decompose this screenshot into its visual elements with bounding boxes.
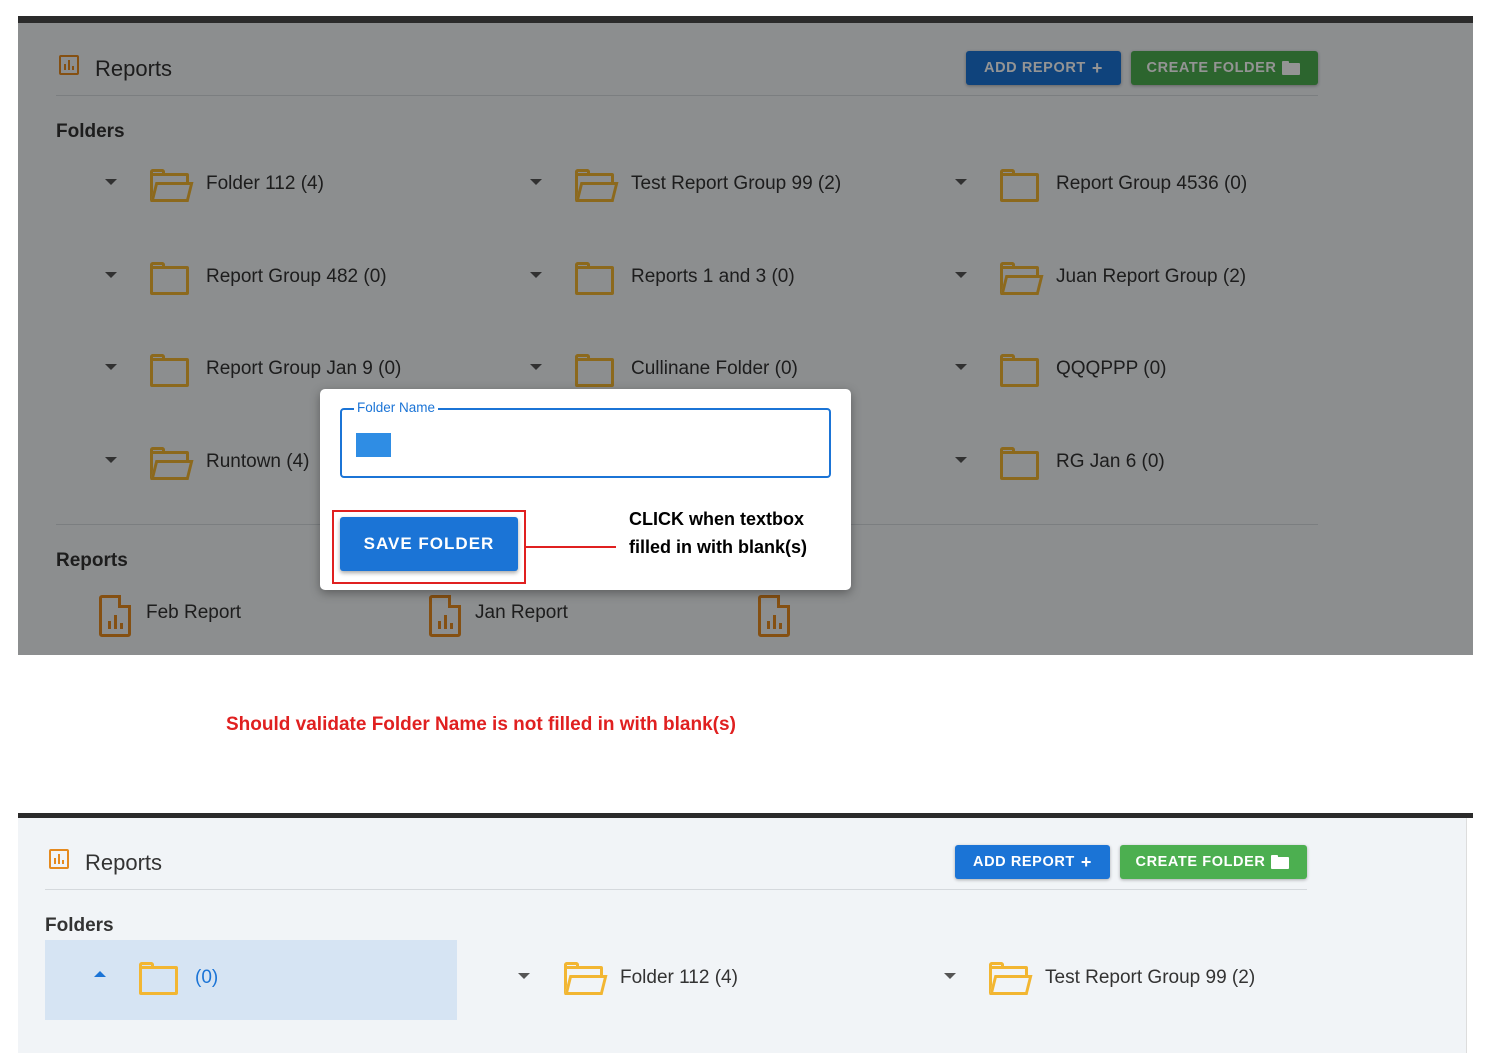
create-folder-button[interactable]: CREATE FOLDER (1120, 845, 1307, 879)
page-title: Reports (85, 850, 163, 875)
expand-caret-icon[interactable] (518, 973, 530, 979)
create-folder-dialog: Folder Name SAVE FOLDER CLICK when textb… (320, 389, 851, 590)
folder-name[interactable]: Test Report Group 99 (2) (1045, 967, 1255, 989)
reports-page-bottom: Reports ADD REPORT + CREATE FOLDER Folde… (18, 813, 1473, 1053)
bar-chart-icon (49, 849, 69, 869)
header-divider (45, 889, 1307, 890)
validation-note: Should validate Folder Name is not fille… (226, 714, 736, 735)
folder-name-label: Folder Name (354, 400, 439, 415)
selected-folder-row[interactable] (45, 940, 457, 1020)
selected-blank-text[interactable] (356, 433, 391, 457)
annotation-text: CLICK when textbox filled in with blank(… (629, 509, 808, 557)
collapse-caret-icon[interactable] (94, 971, 106, 977)
expand-caret-icon[interactable] (944, 973, 956, 979)
plus-icon: + (1080, 851, 1092, 872)
folder-open-icon (563, 962, 608, 995)
folder-name-field[interactable]: Folder Name (340, 400, 831, 478)
scrollbar[interactable] (1466, 818, 1473, 1053)
annotation-arrow-line (526, 546, 616, 548)
folder-icon (1271, 855, 1291, 869)
folder-name[interactable]: (0) (195, 967, 218, 989)
folder-icon (138, 962, 178, 995)
add-report-button[interactable]: ADD REPORT + (955, 845, 1110, 879)
folder-name[interactable]: Folder 112 (4) (620, 967, 738, 989)
folders-heading: Folders (45, 915, 114, 936)
save-folder-button[interactable]: SAVE FOLDER (340, 517, 518, 571)
folder-open-icon (988, 962, 1033, 995)
add-report-label: ADD REPORT (973, 854, 1075, 870)
create-folder-label: CREATE FOLDER (1135, 854, 1266, 870)
